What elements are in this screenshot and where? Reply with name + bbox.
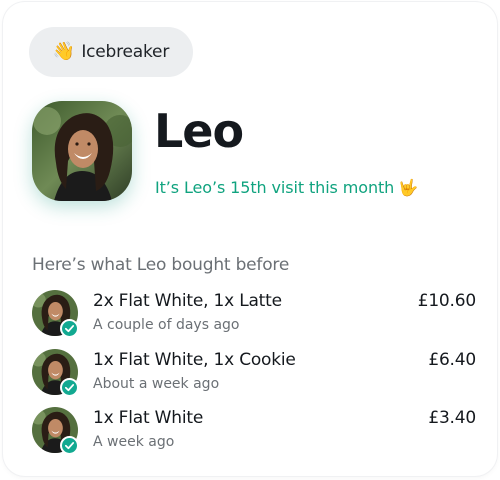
check-icon <box>60 377 79 397</box>
order-time: A couple of days ago <box>93 317 240 333</box>
check-icon <box>60 436 79 455</box>
purchase-history-title: Here’s what Leo bought before <box>32 255 290 275</box>
rock-on-hand-icon: 🤟 <box>398 178 419 197</box>
order-items: 1x Flat White <box>93 408 204 428</box>
order-items: 2x Flat White, 1x Latte <box>93 291 282 311</box>
order-items: 1x Flat White, 1x Cookie <box>93 349 296 370</box>
order-avatar <box>32 290 79 338</box>
order-time: About a week ago <box>93 375 220 392</box>
order-price: £10.60 <box>417 291 476 311</box>
check-icon <box>60 319 79 338</box>
order-avatar <box>32 348 79 397</box>
order-list: 2x Flat White, 1x Latte A couple of days… <box>32 288 478 464</box>
order-row[interactable]: 2x Flat White, 1x Latte A couple of days… <box>32 288 478 347</box>
order-row[interactable]: 1x Flat White, 1x Cookie About a week ag… <box>32 347 478 406</box>
visit-count-text: It’s Leo’s 15th visit this month 🤟 <box>155 178 418 197</box>
order-price: £3.40 <box>428 408 476 428</box>
icebreaker-label: Icebreaker <box>81 42 170 62</box>
icebreaker-badge[interactable]: 👋 Icebreaker <box>29 27 193 77</box>
order-price: £6.40 <box>428 349 476 370</box>
order-row[interactable]: 1x Flat White A week ago £3.40 <box>32 405 478 464</box>
customer-card: 👋 Icebreaker Leo It’s Leo’s 15th visit t… <box>3 2 497 476</box>
customer-avatar <box>32 101 132 201</box>
waving-hand-icon: 👋 <box>52 41 76 62</box>
order-avatar <box>32 407 79 455</box>
order-time: A week ago <box>93 434 175 450</box>
visit-label: It’s Leo’s 15th visit this month <box>155 178 395 197</box>
customer-name: Leo <box>154 104 244 158</box>
